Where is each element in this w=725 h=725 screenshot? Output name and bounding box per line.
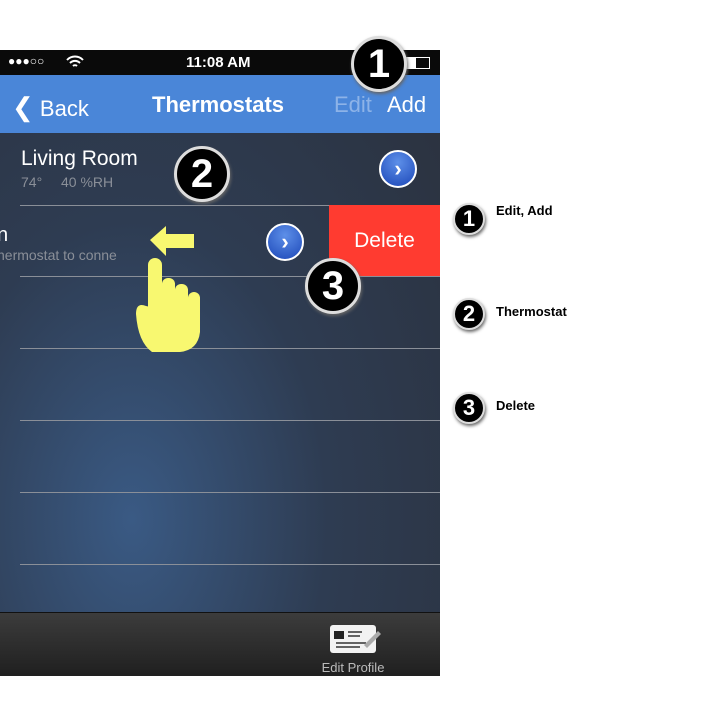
status-time: 11:08 AM xyxy=(186,54,251,71)
edit-profile-label: Edit Profile xyxy=(321,660,385,675)
thermostat-temp: 74° xyxy=(21,174,43,190)
divider xyxy=(20,348,440,349)
phone-screen: ●●●○○ 11:08 AM ❮ Back Thermostats Edit A… xyxy=(0,50,440,676)
callout-badge-1: 1 xyxy=(351,36,407,92)
swipe-hand-icon xyxy=(136,226,200,352)
legend-badge-1: 1 xyxy=(453,203,485,235)
legend-badge-3: 3 xyxy=(453,392,485,424)
wifi-icon xyxy=(66,55,84,67)
thermostat-name: n xyxy=(0,224,9,246)
battery-icon xyxy=(406,57,430,69)
chevron-left-icon: ❮ xyxy=(12,92,34,122)
thermostat-status: hermostat to conne xyxy=(0,247,117,263)
edit-button[interactable]: Edit xyxy=(334,92,372,118)
list-item-swiped[interactable]: n hermostat to conne › Delete xyxy=(0,205,440,276)
legend-label-2: Thermostat xyxy=(496,304,567,319)
legend-badge-2: 2 xyxy=(453,298,485,330)
divider xyxy=(20,276,440,277)
divider xyxy=(20,564,440,565)
callout-badge-3: 3 xyxy=(305,258,361,314)
back-button[interactable]: ❮ Back xyxy=(12,92,89,123)
signal-indicator: ●●●○○ xyxy=(8,54,45,68)
callout-badge-2: 2 xyxy=(174,146,230,202)
edit-profile-tab[interactable]: Edit Profile xyxy=(310,623,396,675)
legend-label-3: Delete xyxy=(496,398,536,413)
divider xyxy=(20,420,440,421)
page-title: Thermostats xyxy=(152,92,285,117)
tab-bar: Edit Profile xyxy=(0,612,440,676)
add-button[interactable]: Add xyxy=(387,92,426,118)
thermostat-name: Living Room xyxy=(21,147,138,170)
detail-disclosure-button[interactable]: › xyxy=(266,223,304,261)
thermostat-humidity: 40 %RH xyxy=(61,174,114,190)
legend-label-1: Edit, Add xyxy=(496,203,553,218)
divider xyxy=(20,492,440,493)
profile-card-icon xyxy=(330,625,381,653)
detail-disclosure-button[interactable]: › xyxy=(379,150,417,188)
